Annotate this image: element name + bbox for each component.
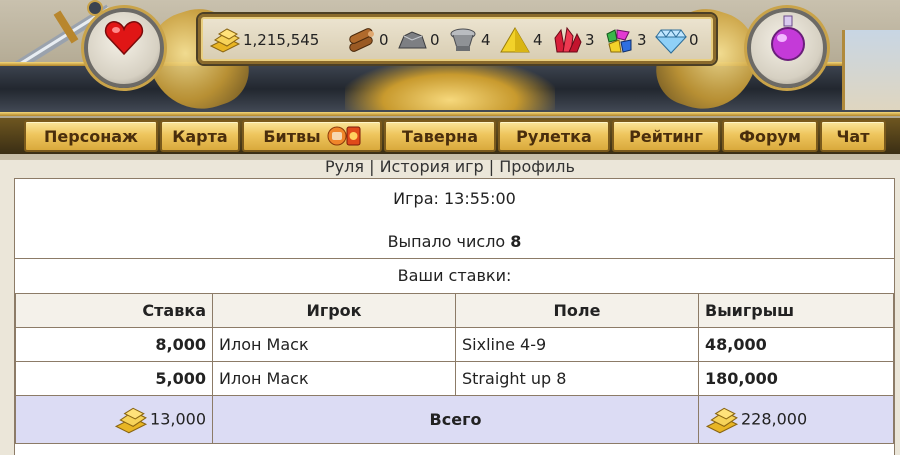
nav-label: Рейтинг [629,126,703,146]
sulfur-resource: 4 [499,25,543,55]
link-game-history[interactable]: История игр [380,157,484,176]
header-player: Игрок [212,293,456,328]
result-label: Выпало число [387,232,506,251]
wood-resource: 0 [345,25,389,55]
gold-icon [705,407,739,433]
game-result-panel: Игра: 13:55:00 Выпало число 8 Ваши ставк… [14,178,895,455]
nav-label: Таверна [402,126,478,146]
link-profile[interactable]: Профиль [499,157,575,176]
table-header-row: Ставка Игрок Поле Выигрыш [15,293,894,328]
cell-win: 180,000 [698,361,894,396]
nav-chat[interactable]: Чат [820,120,886,152]
nav-label: Карта [172,126,228,146]
battle-status-icons [327,125,361,147]
total-bet-cell: 13,000 [15,395,213,444]
result-number: 8 [510,232,522,251]
cell-field: Sixline 4-9 [455,327,699,362]
gems-resource: 3 [603,25,647,55]
header-field: Поле [455,293,699,328]
iron-icon [450,28,476,51]
separator: | [488,157,495,176]
crystal-icon [554,26,582,53]
link-roulette[interactable]: Руля [325,157,364,176]
nav-label: Битвы [263,126,321,146]
wood-value: 0 [379,31,389,49]
nav-battles[interactable]: Битвы [242,120,382,152]
header-win: Выигрыш [698,293,894,328]
cell-bet: 8,000 [15,327,213,362]
nav-map[interactable]: Карта [160,120,240,152]
heart-icon[interactable] [104,18,144,58]
total-bet: 13,000 [150,409,206,428]
castle-ornament [842,30,900,110]
iron-value: 4 [481,31,491,49]
sub-navigation: Руля | История игр | Профиль [0,157,900,179]
nav-tavern[interactable]: Таверна [384,120,496,152]
stone-resource: 0 [396,25,440,55]
crystal-resource: 3 [551,25,595,55]
nav-label: Форум [739,126,801,146]
diamond-resource: 0 [655,25,699,55]
nav-label: Чат [836,126,870,146]
cell-bet: 5,000 [15,361,213,396]
header-bet: Ставка [15,293,213,328]
sulfur-value: 4 [533,31,543,49]
fist-badge-icon [327,126,361,146]
table-row: 8,000 Илон Маск Sixline 4-9 48,000 [15,327,894,362]
diamond-value: 0 [689,31,699,49]
gold-value: 1,215,545 [243,31,320,49]
cell-player: Илон Маск [212,327,456,362]
game-time: Игра: 13:55:00 [393,189,516,208]
iron-resource: 4 [447,25,491,55]
header-trim [0,112,900,116]
nav-label: Рулетка [516,126,592,146]
bets-table: Ставка Игрок Поле Выигрыш 8,000 Илон Мас… [15,293,894,444]
bets-title: Ваши ставки: [397,266,512,285]
gems-value: 3 [637,31,647,49]
cell-player: Илон Маск [212,361,456,396]
table-row: 5,000 Илон Маск Straight up 8 180,000 [15,361,894,396]
total-row: 13,000 Всего 228,000 [15,395,894,444]
divider [15,258,894,259]
nav-forum[interactable]: Форум [722,120,818,152]
nav-character[interactable]: Персонаж [24,120,158,152]
nav-roulette[interactable]: Рулетка [498,120,610,152]
separator: | [369,157,375,176]
resource-bar: 1,215,545 0 0 4 4 3 3 0 [198,14,716,64]
main-nav: Персонаж Карта Битвы Таверна Рулетка Рей… [0,118,900,154]
cell-field: Straight up 8 [455,361,699,396]
sulfur-icon [500,27,530,53]
total-label: Всего [212,395,699,444]
total-win: 228,000 [741,409,808,428]
wood-icon [349,28,374,52]
gold-pile-ornament [345,60,555,110]
stone-icon [398,31,427,49]
gold-icon [114,407,148,433]
crystal-value: 3 [585,31,595,49]
total-win-cell: 228,000 [698,395,894,444]
nav-label: Персонаж [44,126,138,146]
cell-win: 48,000 [698,327,894,362]
gold-resource: 1,215,545 [209,25,319,55]
nav-rating[interactable]: Рейтинг [612,120,720,152]
gems-icon [606,29,632,53]
gold-icon [209,28,241,53]
diamond-icon [655,29,687,54]
stone-value: 0 [430,31,440,49]
potion-icon[interactable] [766,14,810,62]
result-line: Выпало число 8 [15,232,894,251]
